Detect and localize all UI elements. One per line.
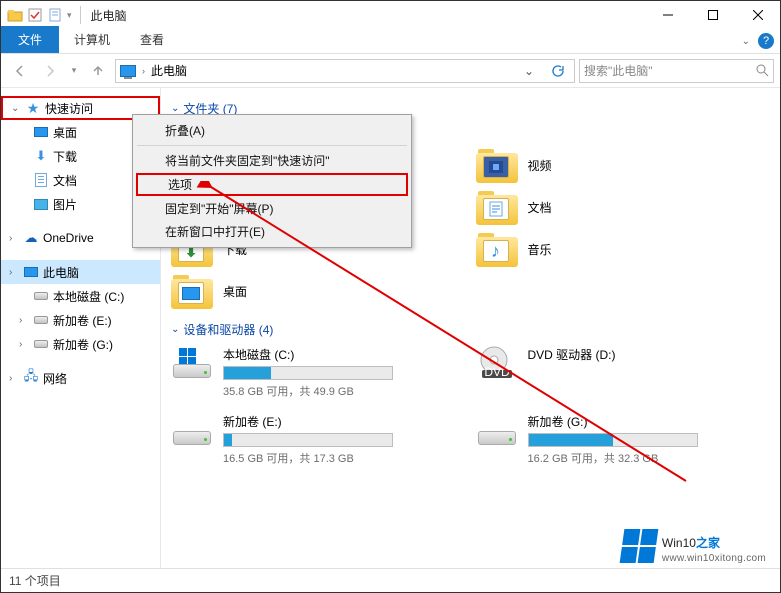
drive-c[interactable]: 本地磁盘 (C:) 35.8 GB 可用，共 49.9 GB — [171, 346, 466, 399]
ctx-new-window[interactable]: 在新窗口中打开(E) — [135, 220, 409, 243]
chevron-right-icon: › — [9, 267, 19, 278]
folder-icon — [476, 189, 518, 225]
drive-e[interactable]: 新加卷 (E:) 16.5 GB 可用，共 17.3 GB — [171, 413, 466, 466]
drive-icon — [34, 340, 48, 348]
ribbon-expand-icon[interactable]: ⌄ — [742, 36, 750, 47]
ribbon-tabs: 文件 计算机 查看 ⌄ ? — [1, 29, 780, 54]
search-icon — [756, 64, 769, 77]
sidebar-item-drive-e[interactable]: ›新加卷 (E:) — [1, 308, 160, 332]
address-path: 此电脑 — [151, 62, 187, 79]
window-controls — [645, 1, 780, 29]
windows-logo-icon — [620, 529, 659, 563]
drive-g[interactable]: 新加卷 (G:) 16.2 GB 可用，共 32.3 GB — [476, 413, 771, 466]
folder-documents[interactable]: 文档 — [476, 189, 771, 225]
item-count: 11 个项目 — [9, 572, 61, 589]
context-menu: 折叠(A) 将当前文件夹固定到"快速访问" 选项 固定到"开始"屏幕(P) 在新… — [132, 114, 412, 248]
up-button[interactable] — [85, 58, 111, 84]
chevron-right-icon: › — [9, 373, 19, 384]
chevron-down-icon: ⌄ — [171, 103, 179, 114]
ctx-pin-start[interactable]: 固定到"开始"屏幕(P) — [135, 197, 409, 220]
separator — [80, 6, 81, 24]
chevron-right-icon: › — [19, 339, 29, 350]
status-bar: 11 个项目 — [1, 568, 780, 592]
address-bar: ▾ › 此电脑 ⌄ 搜索"此电脑" — [1, 54, 780, 88]
properties-icon[interactable] — [47, 7, 63, 23]
usage-bar — [223, 433, 393, 447]
chevron-right-icon: › — [19, 315, 29, 326]
folder-videos[interactable]: 视频 — [476, 147, 771, 183]
separator — [137, 145, 407, 146]
qat-dropdown-icon[interactable]: ▾ — [67, 10, 72, 21]
cloud-icon: ☁ — [23, 230, 39, 246]
title-bar: ▾ 此电脑 — [1, 1, 780, 29]
usage-bar — [223, 366, 393, 380]
watermark: Win10之家 www.win10xitong.com — [622, 527, 766, 564]
recent-dropdown-icon[interactable]: ▾ — [67, 58, 81, 84]
drive-icon — [476, 413, 518, 449]
network-icon: 🖧 — [23, 370, 39, 386]
section-devices-header[interactable]: ⌄设备和驱动器 (4) — [171, 321, 770, 338]
drive-icon — [171, 413, 213, 449]
folder-icon: ♪ — [476, 231, 518, 267]
sidebar-item-network[interactable]: ›🖧网络 — [1, 366, 160, 390]
chevron-down-icon: ⌄ — [171, 324, 179, 335]
forward-button[interactable] — [37, 58, 63, 84]
folder-icon — [476, 147, 518, 183]
address-dropdown-icon[interactable]: ⌄ — [520, 64, 538, 78]
star-icon: ★ — [25, 100, 41, 116]
folder-desktop[interactable]: 桌面 — [171, 273, 466, 309]
ctx-collapse[interactable]: 折叠(A) — [135, 119, 409, 142]
checkbox-icon[interactable] — [27, 7, 43, 23]
sidebar-label: 快速访问 — [45, 100, 93, 117]
folder-icon — [171, 273, 213, 309]
pc-icon — [24, 267, 38, 277]
close-button[interactable] — [735, 1, 780, 29]
chevron-down-icon: ⌄ — [11, 103, 21, 114]
chevron-right-icon: › — [142, 66, 145, 76]
svg-text:DVD: DVD — [484, 365, 510, 379]
search-input[interactable]: 搜索"此电脑" — [579, 59, 774, 83]
desktop-icon — [182, 287, 200, 300]
sidebar-item-this-pc[interactable]: ›此电脑 — [1, 260, 160, 284]
quick-access-toolbar: ▾ — [1, 6, 85, 24]
ctx-options[interactable]: 选项 — [136, 173, 408, 196]
usage-bar — [528, 433, 698, 447]
picture-icon — [34, 199, 48, 210]
pc-icon — [120, 65, 136, 77]
download-icon: ⬇ — [33, 148, 49, 164]
tab-view[interactable]: 查看 — [125, 26, 179, 53]
drive-dvd[interactable]: DVD DVD 驱动器 (D:) — [476, 346, 771, 399]
tab-file[interactable]: 文件 — [1, 26, 59, 53]
drive-icon — [34, 316, 48, 324]
maximize-button[interactable] — [690, 1, 735, 29]
drive-icon — [34, 292, 48, 300]
document-icon — [35, 173, 47, 187]
address-box[interactable]: › 此电脑 ⌄ — [115, 59, 575, 83]
folder-music[interactable]: ♪ 音乐 — [476, 231, 771, 267]
ctx-pin-quick[interactable]: 将当前文件夹固定到"快速访问" — [135, 149, 409, 172]
tab-computer[interactable]: 计算机 — [59, 26, 125, 53]
sidebar-item-drive-c[interactable]: 本地磁盘 (C:) — [1, 284, 160, 308]
sidebar-item-drive-g[interactable]: ›新加卷 (G:) — [1, 332, 160, 356]
back-button[interactable] — [7, 58, 33, 84]
help-button[interactable]: ? — [758, 33, 774, 49]
desktop-icon — [34, 127, 48, 137]
minimize-button[interactable] — [645, 1, 690, 29]
window-title: 此电脑 — [91, 7, 127, 24]
refresh-button[interactable] — [544, 64, 570, 78]
search-placeholder: 搜索"此电脑" — [584, 62, 653, 79]
folder-icon — [7, 7, 23, 23]
drive-icon — [171, 346, 213, 382]
dvd-icon: DVD — [476, 346, 518, 382]
chevron-right-icon: › — [9, 233, 19, 244]
